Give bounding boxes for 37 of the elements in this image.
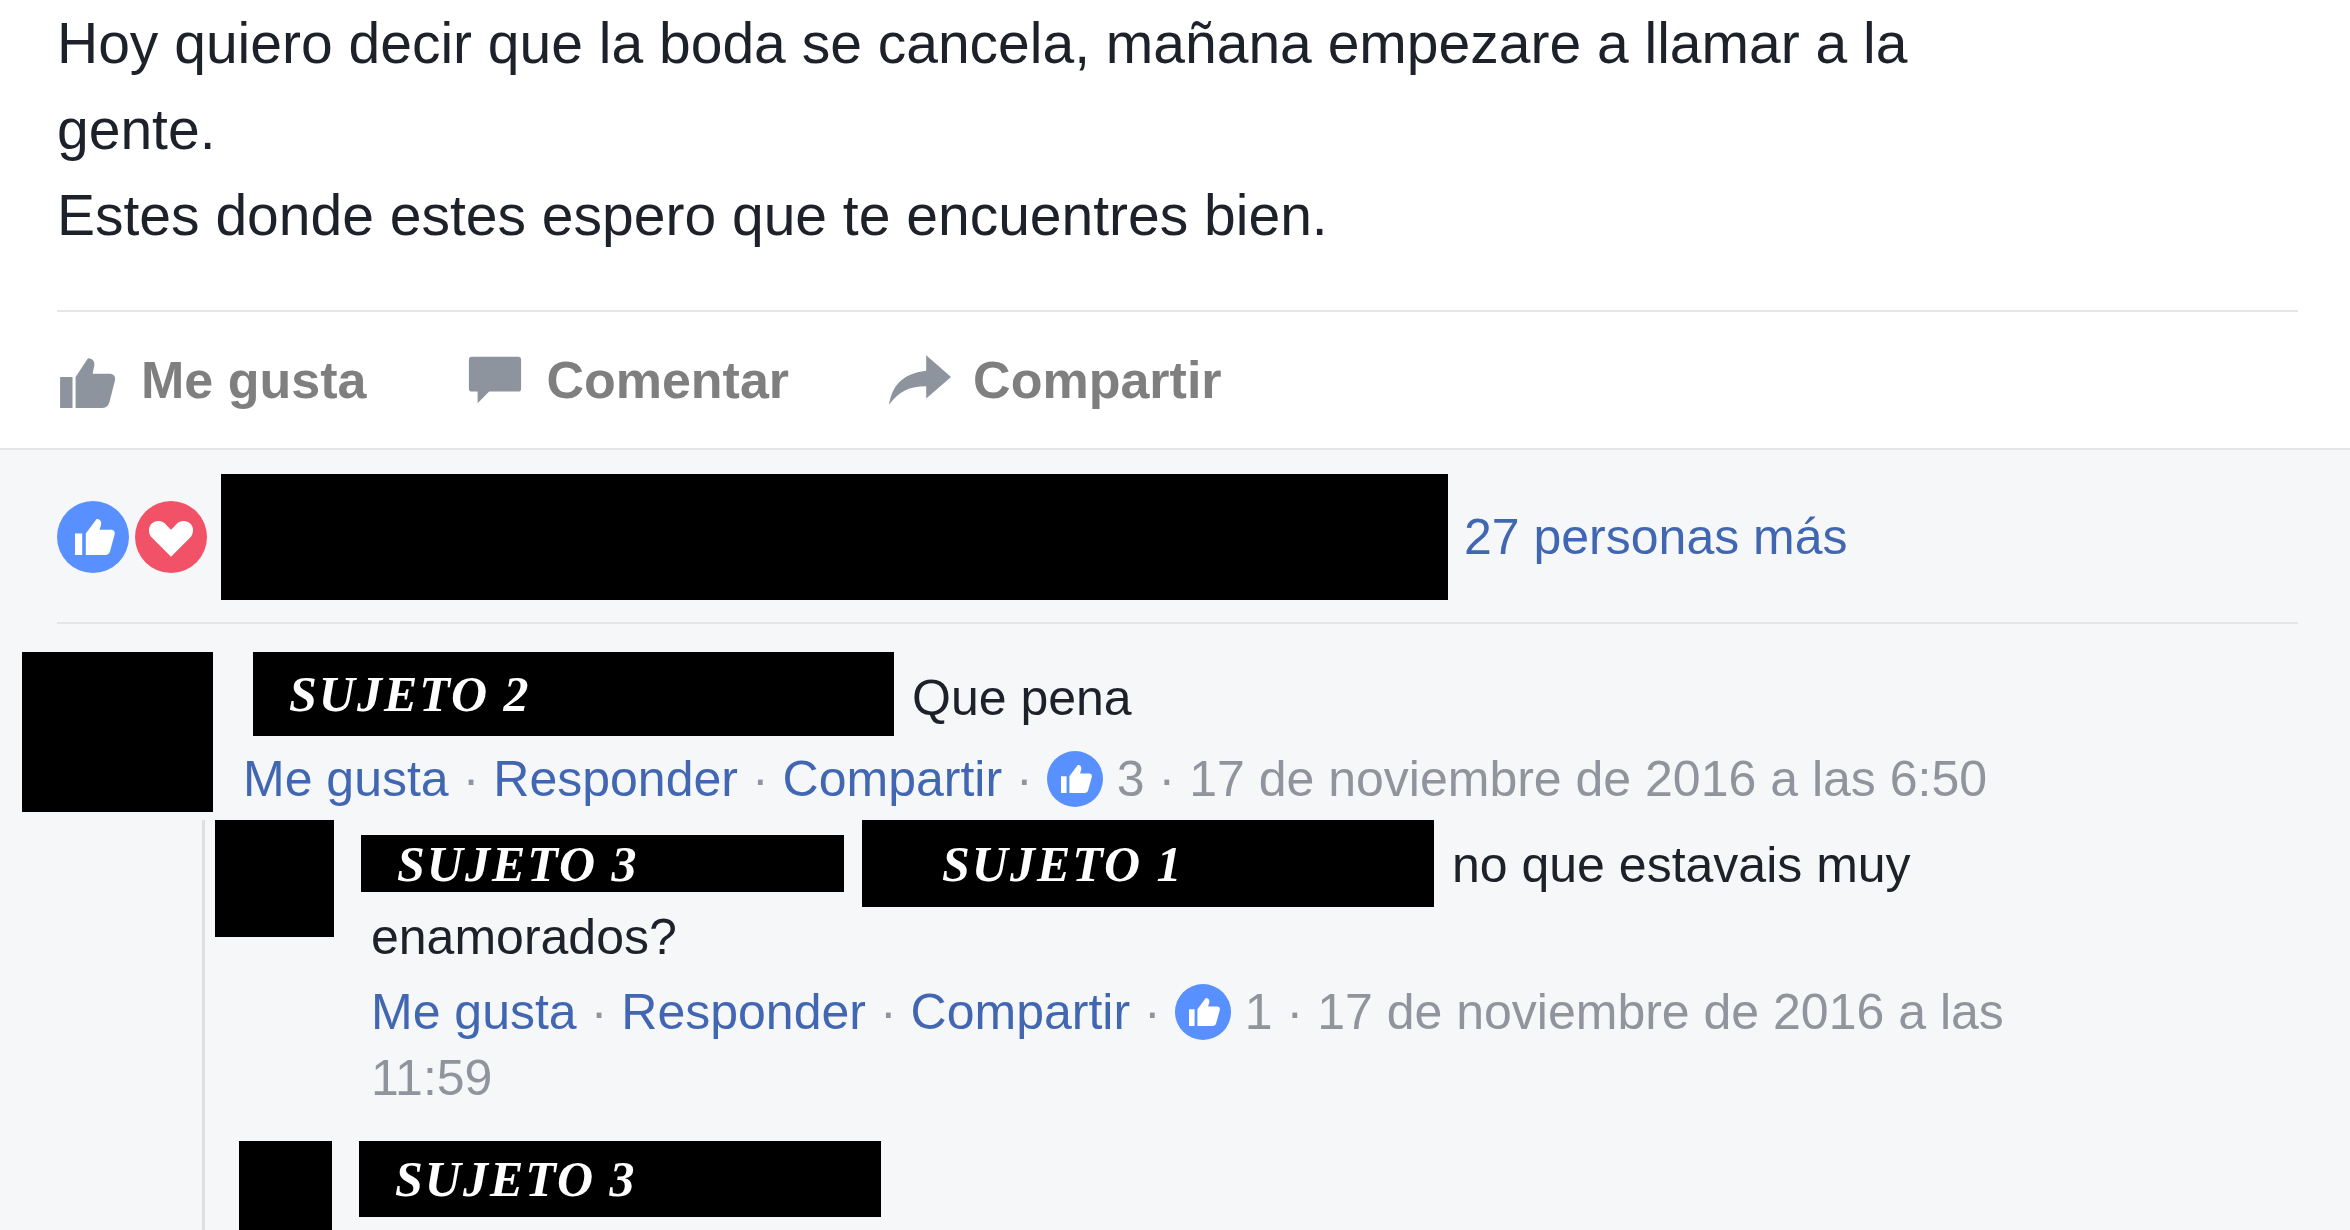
comment-text: no que estavais muy <box>1452 836 1911 895</box>
separator-dot: · <box>1016 750 1033 809</box>
comment-action-link[interactable]: Me gusta <box>243 746 449 812</box>
separator-dot: · <box>751 750 769 809</box>
comment-action-link[interactable]: Responder <box>621 979 866 1045</box>
comment-action-link[interactable]: Responder <box>493 746 738 812</box>
comment-button[interactable]: Comentar <box>466 350 790 410</box>
like-reaction-icon <box>1046 751 1103 807</box>
like-button[interactable]: Me gusta <box>57 349 367 411</box>
comment-timestamp: 17 de noviembre de 2016 a las <box>1317 983 2004 1042</box>
comment-timestamp: 17 de noviembre de 2016 a las 6:50 <box>1189 750 1987 809</box>
comment-action-link[interactable]: Compartir <box>782 746 1003 812</box>
comment-action-link[interactable]: Compartir <box>910 979 1131 1045</box>
post-text: Hoy quiero decir que la boda se cancela, mañana empezare a llamar a la <box>57 10 1909 77</box>
like-reaction-icon <box>57 501 129 573</box>
comment-text: enamorados? <box>371 908 678 967</box>
post-text: gente. <box>57 96 217 163</box>
separator-dot: · <box>462 750 480 809</box>
redaction-label: SUJETO 2 <box>289 665 531 723</box>
share-button[interactable]: Compartir <box>889 350 1222 410</box>
comment-text: Que pena <box>912 669 1132 728</box>
separator-dot: · <box>1158 750 1176 809</box>
comment-timestamp: 11:59 <box>371 1049 494 1108</box>
like-count: 3 <box>1116 750 1145 809</box>
redaction-label: SUJETO 1 <box>942 834 1184 893</box>
love-reaction-icon <box>135 501 207 573</box>
comment-action-link[interactable]: Me gusta <box>371 979 577 1045</box>
separator-dot: · <box>879 983 897 1042</box>
redaction-label: SUJETO 3 <box>395 1150 637 1208</box>
post-text: Estes donde estes espero que te encuentres bien. <box>57 182 1329 249</box>
separator-dot: · <box>1144 983 1161 1042</box>
reactions-link[interactable]: 27 personas más <box>1464 508 1848 566</box>
like-reaction-icon <box>1174 984 1231 1040</box>
separator-dot: · <box>1286 983 1304 1042</box>
like-count: 1 <box>1244 983 1273 1042</box>
redaction-label: SUJETO 3 <box>397 834 639 893</box>
separator-dot: · <box>590 983 608 1042</box>
